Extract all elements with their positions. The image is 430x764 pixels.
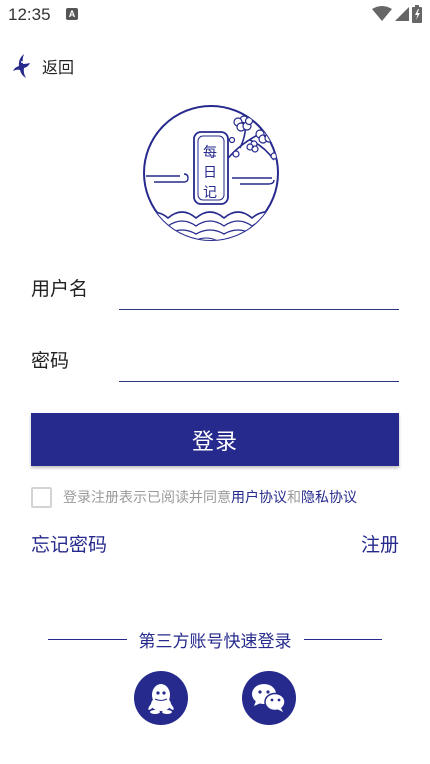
- register-link[interactable]: 注册: [361, 530, 399, 557]
- agreement-text: 登录注册表示已阅读并同意用户协议和隐私协议: [63, 487, 357, 507]
- agreement-conjunction: 和: [287, 490, 301, 506]
- divider-right: [303, 638, 382, 640]
- username-label: 用户名: [31, 278, 89, 300]
- wechat-login-button[interactable]: [242, 671, 296, 725]
- login-button[interactable]: 登录: [31, 413, 399, 466]
- third-party-title: 第三方账号快速登录: [138, 631, 292, 652]
- wifi-icon: [372, 6, 392, 21]
- status-icons: [372, 5, 422, 23]
- back-label: 返回: [42, 58, 75, 77]
- signal-icon: [395, 7, 409, 21]
- app-logo: 每 日 记: [140, 102, 282, 244]
- divider-left: [48, 638, 127, 640]
- user-agreement-link[interactable]: 用户协议: [231, 490, 287, 506]
- qq-icon: [148, 684, 174, 714]
- qq-login-button[interactable]: [134, 671, 188, 725]
- username-input[interactable]: [119, 280, 399, 310]
- password-label: 密码: [31, 350, 70, 372]
- status-bar: 12:35 A: [0, 0, 430, 28]
- battery-icon: [412, 5, 422, 23]
- wechat-icon: [252, 684, 286, 712]
- third-party-header: 第三方账号快速登录: [48, 627, 382, 652]
- status-time: 12:35: [8, 5, 51, 24]
- agreement-row: 登录注册表示已阅读并同意用户协议和隐私协议: [31, 486, 357, 508]
- logo-char-1: 每: [203, 145, 217, 161]
- logo-char-2: 日: [203, 165, 217, 181]
- agreement-prefix: 登录注册表示已阅读并同意: [63, 490, 231, 506]
- agreement-checkbox[interactable]: [31, 486, 52, 508]
- notification-badge-icon: A: [66, 8, 78, 20]
- swallow-icon: [13, 54, 30, 78]
- logo-char-3: 记: [203, 185, 217, 201]
- password-input[interactable]: [119, 352, 399, 382]
- back-button[interactable]: 返回: [12, 52, 74, 80]
- privacy-policy-link[interactable]: 隐私协议: [301, 490, 357, 506]
- forgot-password-link[interactable]: 忘记密码: [31, 530, 107, 557]
